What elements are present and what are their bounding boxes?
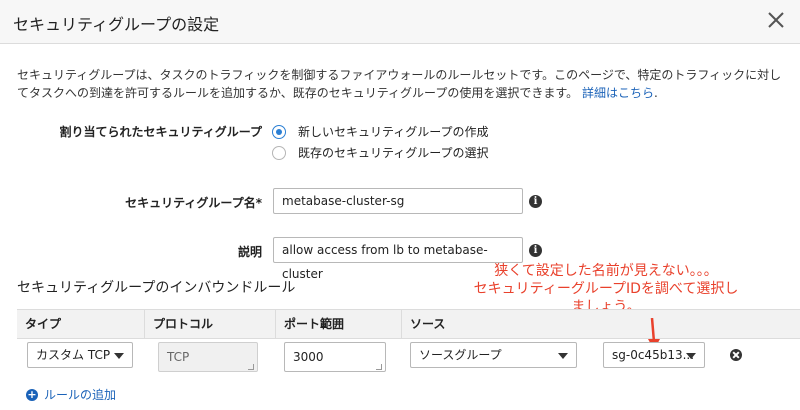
resize-grip-icon: [376, 364, 382, 370]
description-text: セキュリティグループは、タスクのトラフィックを制御するファイアウォールのルールセ…: [17, 66, 787, 102]
radio-select-existing-label: 既存のセキュリティグループの選択: [298, 146, 489, 160]
source-group-select[interactable]: sg-0c45b13...: [603, 342, 705, 368]
column-protocol: プロトコル: [144, 310, 270, 338]
rules-table-header: タイプ プロトコル ポート範囲 ソース: [17, 309, 800, 339]
annotation-note: 狭くて設定した名前が見えない。。。 セキュリティーグループIDを調べて選択し ま…: [446, 262, 766, 316]
assign-label: 割り当てられたセキュリティグループ: [59, 125, 262, 139]
column-type: タイプ: [25, 317, 62, 331]
description-body: セキュリティグループは、タスクのトラフィックを制御するファイアウォールのルールセ…: [17, 68, 782, 100]
description-input[interactable]: allow access from lb to metabase-cluster: [273, 237, 523, 281]
column-port-range: ポート範囲: [275, 310, 401, 338]
radio-button[interactable]: [272, 145, 286, 160]
info-icon[interactable]: i: [529, 244, 542, 257]
radio-select-existing[interactable]: 既存のセキュリティグループの選択: [272, 144, 489, 161]
dialog-header: セキュリティグループの設定: [0, 0, 800, 44]
description-period: .: [653, 86, 658, 100]
info-icon[interactable]: i: [529, 195, 542, 208]
column-source: ソース: [401, 310, 800, 338]
annotation-line: セキュリティーグループIDを調べて選択し: [473, 281, 739, 297]
group-name-label: セキュリティグループ名*: [125, 196, 262, 210]
protocol-field: TCP: [158, 342, 258, 372]
group-name-input[interactable]: metabase-cluster-sg: [273, 188, 523, 214]
chevron-down-icon: [686, 353, 696, 359]
type-select-value: カスタム TCP: [36, 348, 111, 362]
add-rule-button[interactable]: + ルールの追加: [26, 386, 116, 403]
radio-create-new[interactable]: 新しいセキュリティグループの作成: [272, 123, 489, 140]
add-icon: +: [26, 387, 38, 401]
source-group-value: sg-0c45b13...: [612, 348, 695, 362]
source-type-select[interactable]: ソースグループ: [410, 342, 577, 368]
port-input[interactable]: 3000: [284, 342, 386, 372]
radio-button-checked[interactable]: [272, 124, 286, 139]
annotation-line: 狭くて設定した名前が見えない。。。: [494, 263, 718, 279]
description-field-label: 説明: [237, 245, 262, 259]
learn-more-link[interactable]: 詳細はこちら: [582, 86, 654, 100]
remove-rule-icon[interactable]: [730, 349, 742, 361]
source-type-value: ソースグループ: [419, 348, 502, 362]
dialog-title: セキュリティグループの設定: [13, 15, 220, 34]
chevron-down-icon: [558, 353, 568, 359]
inbound-rules-title: セキュリティグループのインバウンドルール: [17, 280, 296, 296]
resize-grip-icon: [248, 364, 254, 370]
chevron-down-icon: [114, 353, 124, 359]
type-select[interactable]: カスタム TCP: [27, 342, 133, 368]
radio-create-new-label: 新しいセキュリティグループの作成: [298, 125, 489, 139]
add-rule-label: ルールの追加: [44, 388, 117, 402]
close-icon[interactable]: [766, 10, 786, 30]
